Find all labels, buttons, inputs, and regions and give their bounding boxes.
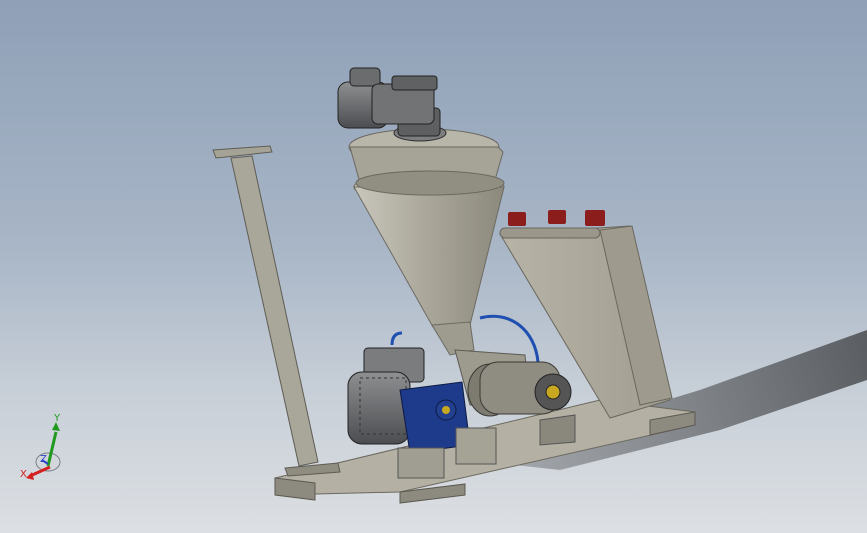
x-axis-label: X — [20, 469, 27, 480]
support-column[interactable] — [212, 145, 341, 477]
coordinate-triad: Y X Z — [20, 413, 61, 480]
red-caps — [508, 210, 605, 226]
y-axis-label: Y — [53, 413, 61, 424]
model-canvas[interactable] — [0, 0, 867, 533]
agitator-gear-motor[interactable] — [337, 67, 447, 142]
hopper-cone[interactable] — [353, 171, 505, 356]
graphics-viewport[interactable]: Y X Z — [0, 0, 867, 533]
z-axis-label: Z — [40, 454, 47, 465]
